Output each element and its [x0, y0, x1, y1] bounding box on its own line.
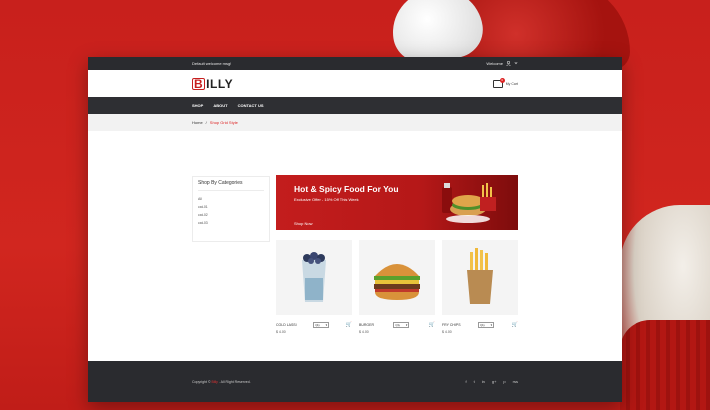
promo-banner[interactable]: Hot & Spicy Food For You Exclusive Offer…	[276, 175, 518, 230]
logo-initial: B	[192, 76, 206, 91]
chevron-down-icon: ▾	[405, 323, 408, 327]
account-menu[interactable]: Welcome	[486, 60, 518, 67]
category-item-cat-01[interactable]: cat-01	[198, 205, 264, 209]
category-item-all[interactable]: All	[198, 197, 264, 201]
chevron-down-icon: ▾	[325, 323, 328, 327]
breadcrumb-current: Shop Grid Style	[209, 120, 238, 125]
category-item-cat-02[interactable]: cat-02	[198, 213, 264, 217]
welcome-message: Default welcome msg!	[192, 61, 232, 66]
product-price: $ 4.00	[442, 330, 452, 334]
footer-brand-link[interactable]: Billy	[212, 380, 218, 384]
rss-icon[interactable]: rss	[513, 379, 518, 384]
copyright: Copyright © Billy . All Right Reserved.	[192, 379, 251, 384]
chevron-down-icon	[514, 61, 518, 66]
product-row-cold-lassi: COLD LASSI Qty ▾ 🛒	[276, 322, 352, 328]
product-name[interactable]: BURGER	[359, 323, 374, 327]
product-image-burger[interactable]	[359, 240, 435, 315]
breadcrumb-separator: /	[205, 120, 207, 125]
top-bar: Default welcome msg! Welcome	[88, 57, 622, 70]
banner-shop-now-link[interactable]: Shop Now	[294, 221, 312, 226]
category-sidebar: Shop By Categories All cat-01 cat-02 cat…	[192, 176, 270, 242]
add-to-cart-icon[interactable]: 🛒	[512, 322, 518, 328]
google-plus-icon[interactable]: g+	[492, 379, 497, 384]
logo-text: ILLY	[206, 76, 234, 91]
twitter-icon[interactable]: t	[474, 379, 475, 384]
logo[interactable]: B ILLY	[192, 77, 233, 91]
product-row-burger: BURGER Qty ▾ 🛒	[359, 322, 435, 328]
facebook-icon[interactable]: f	[465, 379, 466, 384]
product-image-cold-lassi[interactable]	[276, 240, 352, 315]
person-sweater	[620, 320, 710, 410]
site-header: B ILLY 0 My Cart	[88, 70, 622, 97]
cart-label: My Cart	[505, 81, 518, 86]
chevron-down-icon: ▾	[490, 323, 493, 327]
social-links: f t in g+ p rss	[465, 379, 518, 384]
main-nav: SHOP ABOUT CONTACT US	[88, 97, 622, 114]
pinterest-icon[interactable]: p	[503, 379, 505, 384]
breadcrumb-home[interactable]: Home	[192, 120, 203, 125]
product-name[interactable]: COLD LASSI	[276, 323, 297, 327]
quantity-select[interactable]: Qty ▾	[478, 322, 495, 328]
product-image-fry-chips[interactable]	[442, 240, 518, 315]
product-row-fry-chips: FRY CHIPS Qty ▾ 🛒	[442, 322, 518, 328]
food-combo-image	[442, 183, 496, 223]
breadcrumb: Home / Shop Grid Style	[88, 114, 622, 131]
website-screenshot: Default welcome msg! Welcome B ILLY 0 My…	[88, 57, 622, 402]
nav-item-contact-us[interactable]: CONTACT US	[238, 103, 264, 108]
product-price: $ 4.00	[359, 330, 369, 334]
product-price: $ 4.00	[276, 330, 286, 334]
nav-item-about[interactable]: ABOUT	[213, 103, 227, 108]
cart-count-badge: 0	[499, 77, 505, 83]
add-to-cart-icon[interactable]: 🛒	[429, 322, 435, 328]
account-label: Welcome	[486, 61, 503, 66]
site-footer: Copyright © Billy . All Right Reserved. …	[88, 361, 622, 402]
category-item-cat-03[interactable]: cat-03	[198, 221, 264, 225]
main-content: Shop By Categories All cat-01 cat-02 cat…	[88, 131, 622, 379]
sidebar-title: Shop By Categories	[198, 180, 264, 191]
mini-cart[interactable]: 0 My Cart	[492, 77, 518, 88]
cart-icon: 0	[492, 77, 505, 88]
nav-item-shop[interactable]: SHOP	[192, 103, 203, 108]
product-name[interactable]: FRY CHIPS	[442, 323, 461, 327]
linkedin-icon[interactable]: in	[482, 379, 485, 384]
user-icon	[506, 60, 511, 67]
quantity-select[interactable]: Qty ▾	[313, 322, 330, 328]
quantity-select[interactable]: Qty ▾	[393, 322, 410, 328]
add-to-cart-icon[interactable]: 🛒	[346, 322, 352, 328]
